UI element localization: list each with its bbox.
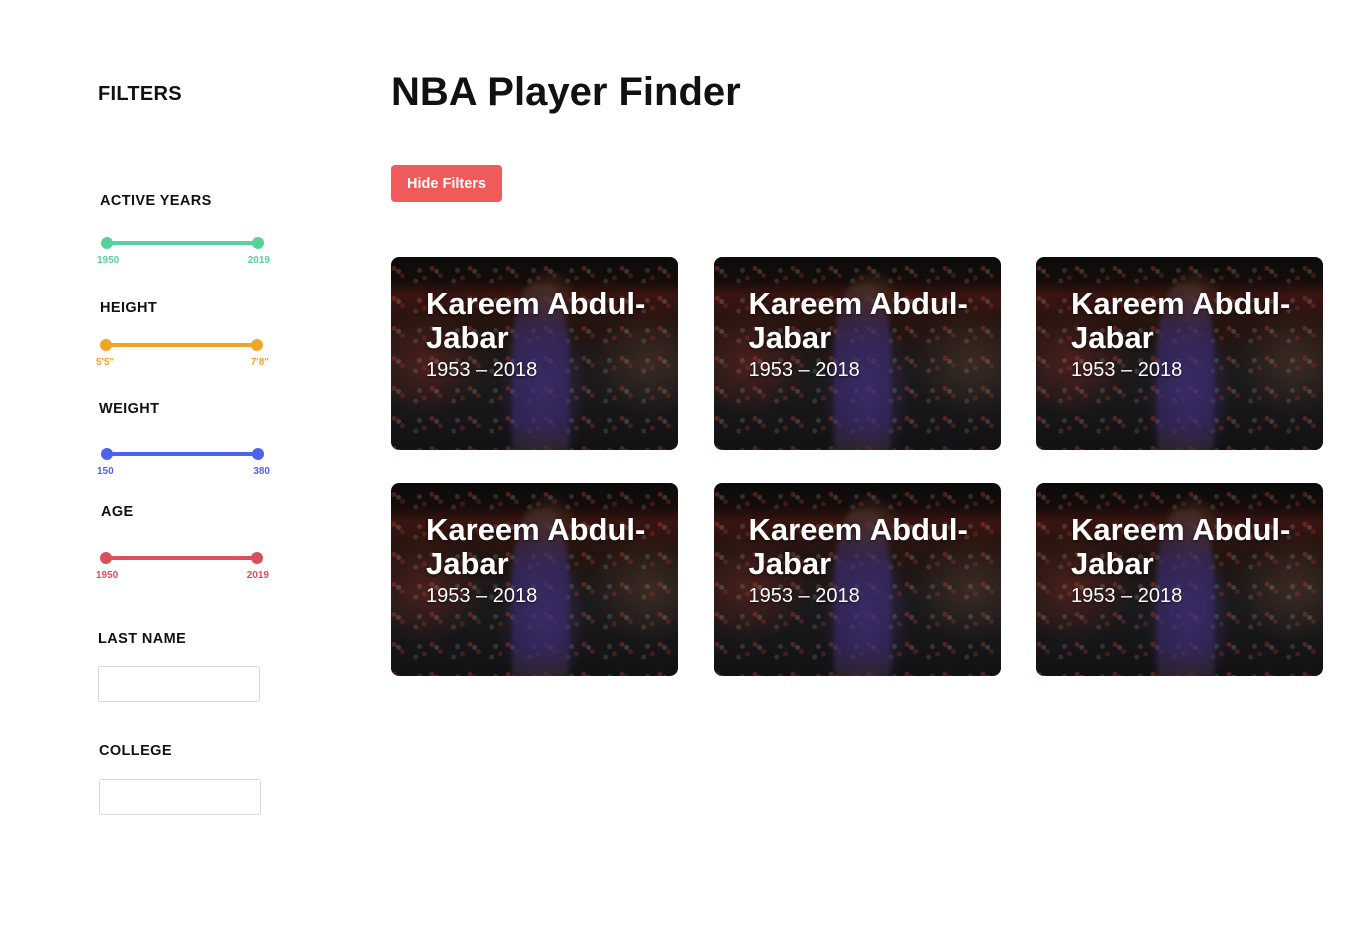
player-years: 1953 – 2018 — [1071, 359, 1183, 381]
player-card-body: Kareem Abdul-Jabar 1953 – 2018 — [426, 287, 668, 382]
last-name-input[interactable] — [98, 666, 260, 702]
player-name: Kareem Abdul-Jabar — [1071, 286, 1291, 355]
slider-track[interactable] — [106, 343, 257, 347]
filters-title: FILTERS — [98, 83, 182, 105]
player-card[interactable]: Kareem Abdul-Jabar 1953 – 2018 — [713, 257, 1001, 450]
slider-max-handle[interactable] — [251, 552, 263, 564]
player-card-body: Kareem Abdul-Jabar 1953 – 2018 — [749, 513, 991, 608]
slider-min-handle[interactable] — [100, 339, 112, 351]
player-name: Kareem Abdul-Jabar — [1071, 512, 1291, 581]
weight-slider[interactable]: 150 380 — [97, 448, 270, 482]
slider-max-value: 380 — [253, 466, 270, 477]
last-name-label: LAST NAME — [98, 631, 187, 647]
player-card-body: Kareem Abdul-Jabar 1953 – 2018 — [1071, 287, 1313, 382]
slider-max-value: 2019 — [247, 255, 270, 266]
slider-max-value: 7'8" — [250, 357, 269, 368]
slider-track[interactable] — [107, 452, 258, 456]
height-slider[interactable]: 5'5" 7'8" — [96, 339, 269, 373]
slider-track[interactable] — [106, 556, 257, 560]
player-name: Kareem Abdul-Jabar — [748, 512, 968, 581]
slider-max-handle[interactable] — [252, 237, 264, 249]
slider-min-handle[interactable] — [101, 237, 113, 249]
player-years: 1953 – 2018 — [1071, 585, 1183, 607]
slider-min-value: 1950 — [97, 255, 120, 266]
player-card-body: Kareem Abdul-Jabar 1953 – 2018 — [1071, 513, 1313, 608]
college-label: COLLEGE — [99, 743, 172, 759]
slider-min-value: 1950 — [96, 570, 119, 581]
hide-filters-button[interactable]: Hide Filters — [391, 165, 502, 202]
player-years: 1953 – 2018 — [426, 359, 538, 381]
active-years-label: ACTIVE YEARS — [100, 193, 212, 209]
age-slider[interactable]: 1950 2019 — [96, 552, 269, 586]
player-card[interactable]: Kareem Abdul-Jabar 1953 – 2018 — [1036, 257, 1323, 450]
player-years: 1953 – 2018 — [748, 585, 860, 607]
player-name: Kareem Abdul-Jabar — [426, 286, 646, 355]
player-years: 1953 – 2018 — [426, 585, 538, 607]
slider-max-handle[interactable] — [252, 448, 264, 460]
page-title: NBA Player Finder — [391, 70, 741, 114]
player-card[interactable]: Kareem Abdul-Jabar 1953 – 2018 — [391, 257, 678, 450]
player-card-body: Kareem Abdul-Jabar 1953 – 2018 — [749, 287, 991, 382]
slider-min-value: 150 — [97, 466, 114, 477]
weight-label: WEIGHT — [99, 401, 160, 417]
college-input[interactable] — [99, 779, 261, 815]
player-name: Kareem Abdul-Jabar — [426, 512, 646, 581]
slider-min-handle[interactable] — [100, 552, 112, 564]
height-label: HEIGHT — [100, 300, 158, 316]
player-name: Kareem Abdul-Jabar — [748, 286, 968, 355]
player-card[interactable]: Kareem Abdul-Jabar 1953 – 2018 — [713, 483, 1001, 676]
player-card-body: Kareem Abdul-Jabar 1953 – 2018 — [426, 513, 668, 608]
slider-max-value: 2019 — [246, 570, 269, 581]
player-cards-grid: Kareem Abdul-Jabar 1953 – 2018 Kareem Ab… — [391, 257, 1323, 676]
slider-min-value: 5'5" — [96, 357, 115, 368]
player-card[interactable]: Kareem Abdul-Jabar 1953 – 2018 — [391, 483, 678, 676]
slider-track[interactable] — [107, 241, 258, 245]
slider-max-handle[interactable] — [251, 339, 263, 351]
player-years: 1953 – 2018 — [748, 359, 860, 381]
page: FILTERS ACTIVE YEARS 1950 2019 HEIGHT 5'… — [0, 0, 1351, 932]
slider-min-handle[interactable] — [101, 448, 113, 460]
active-years-slider[interactable]: 1950 2019 — [97, 237, 270, 271]
age-label: AGE — [101, 504, 134, 520]
player-card[interactable]: Kareem Abdul-Jabar 1953 – 2018 — [1036, 483, 1323, 676]
